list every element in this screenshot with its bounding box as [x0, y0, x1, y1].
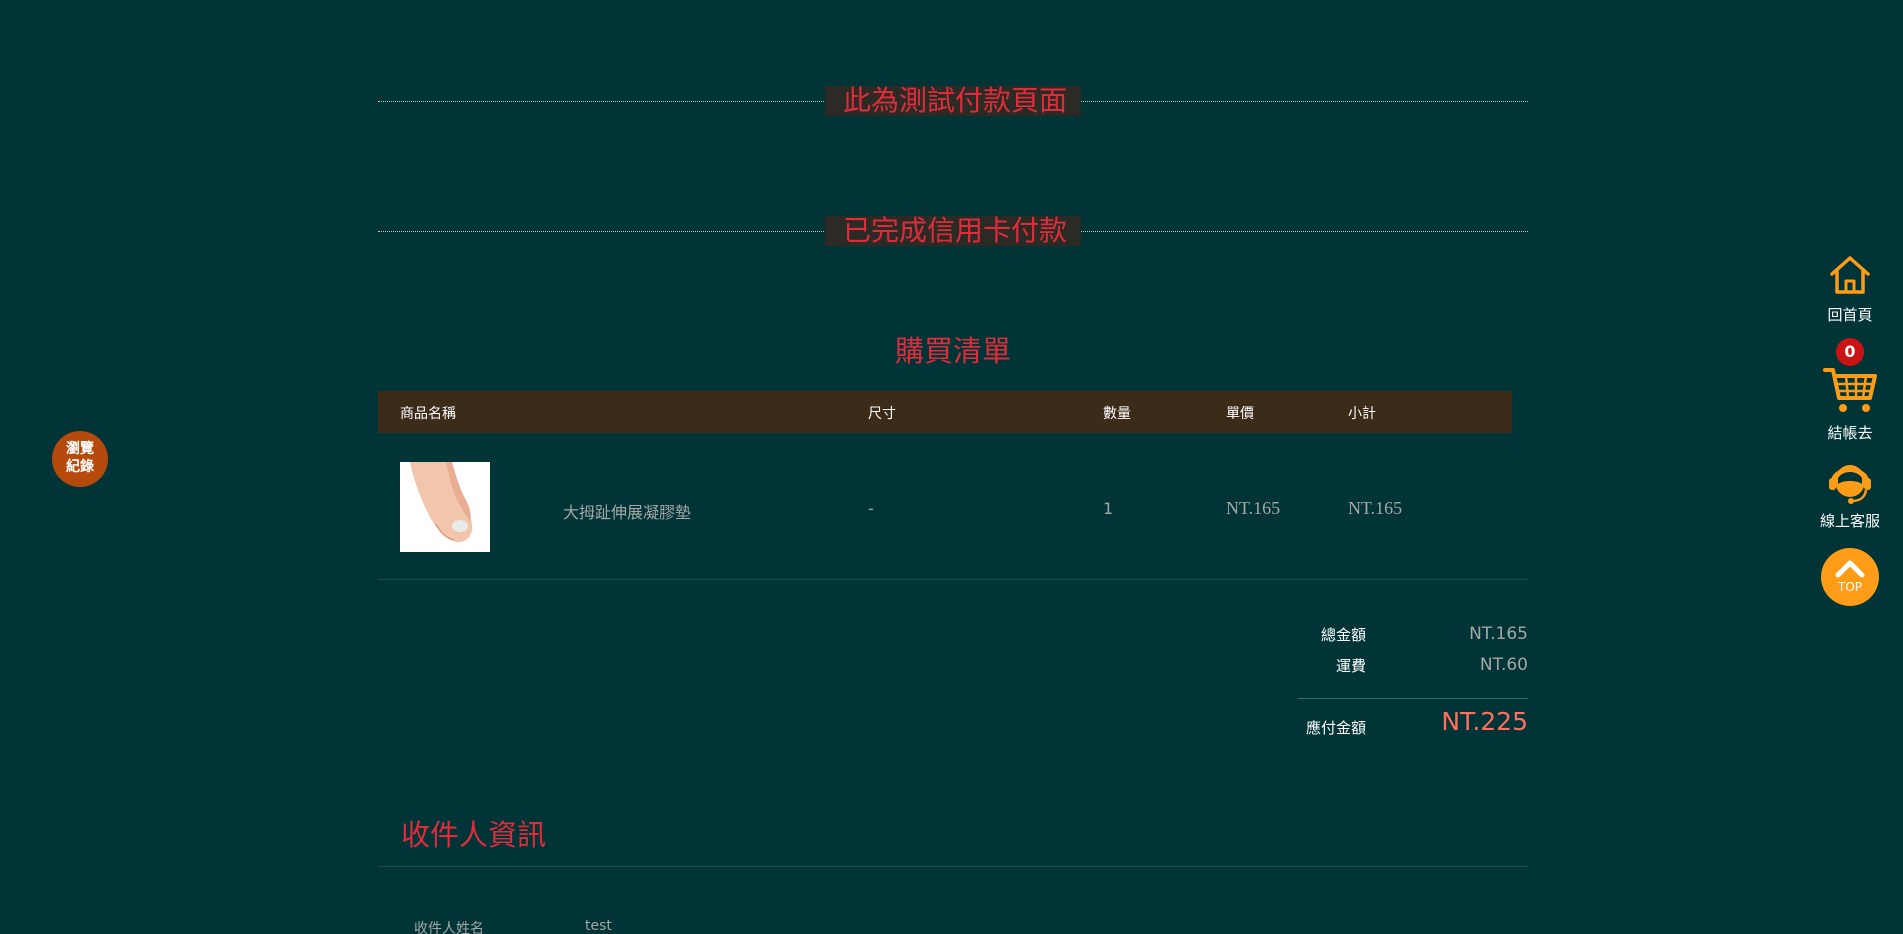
product-name[interactable]: 大拇趾伸展凝膠墊 — [563, 499, 691, 523]
column-header-price: 單價 — [1226, 406, 1254, 422]
test-page-heading: 此為測試付款頁面 — [824, 86, 1082, 116]
chevron-up-icon — [1835, 560, 1865, 578]
recipient-divider — [378, 866, 1528, 867]
order-totals: 總金額 NT.165 運費 NT.60 應付金額 NT.225 — [1298, 624, 1528, 739]
home-icon — [1830, 256, 1870, 294]
checkout-link[interactable]: 結帳去 — [1810, 364, 1890, 443]
totals-divider — [1298, 698, 1528, 699]
shipping-fee-value: NT.60 — [1479, 655, 1528, 675]
product-qty: 1 — [1103, 499, 1114, 518]
recipient-name-label: 收件人姓名 — [414, 921, 484, 934]
test-page-divider: 此為測試付款頁面 — [378, 86, 1528, 116]
table-row: 大拇趾伸展凝膠墊 - 1 NT.165 NT.165 — [378, 433, 1528, 580]
amount-due-label: 應付金額 — [1305, 719, 1366, 737]
purchase-list-title: 購買清單 — [894, 334, 1011, 368]
total-amount-label: 總金額 — [1320, 626, 1366, 644]
recipient-info-title: 收件人資訊 — [401, 818, 547, 852]
online-support-link[interactable]: 線上客服 — [1810, 456, 1890, 531]
column-header-qty: 數量 — [1103, 406, 1131, 422]
checkout-label: 結帳去 — [1827, 424, 1873, 442]
column-header-size: 尺寸 — [868, 406, 896, 422]
customer-service-icon — [1829, 465, 1871, 504]
payment-complete-divider: 已完成信用卡付款 — [378, 216, 1528, 246]
browse-history-button[interactable]: 瀏覽紀錄 — [52, 431, 108, 487]
column-header-name: 商品名稱 — [400, 406, 456, 422]
recipient-name-row: 收件人姓名 test — [414, 918, 612, 934]
amount-due-value: NT.225 — [1441, 707, 1528, 736]
shipping-fee-label: 運費 — [1335, 657, 1366, 675]
payment-complete-heading: 已完成信用卡付款 — [824, 216, 1082, 246]
shipping-fee-row: 運費 NT.60 — [1298, 655, 1528, 686]
browse-history-label: 瀏覽紀錄 — [66, 441, 94, 475]
home-label: 回首頁 — [1827, 306, 1873, 324]
total-amount-row: 總金額 NT.165 — [1298, 624, 1528, 655]
online-support-label: 線上客服 — [1819, 512, 1880, 530]
product-unit-price: NT.165 — [1226, 498, 1281, 518]
product-subtotal: NT.165 — [1348, 498, 1403, 518]
back-to-top-label: TOP — [1837, 580, 1862, 594]
product-image — [400, 462, 490, 552]
amount-due-row: 應付金額 NT.225 — [1298, 703, 1528, 739]
order-table-header: 商品名稱 尺寸 數量 單價 小計 — [378, 391, 1512, 433]
home-link[interactable]: 回首頁 — [1810, 254, 1890, 325]
column-header-subtotal: 小計 — [1348, 406, 1376, 422]
product-size: - — [868, 499, 874, 518]
page: 此為測試付款頁面 已完成信用卡付款 購買清單 商品名稱 尺寸 數量 單價 小計 … — [0, 0, 1903, 934]
cart-icon — [1823, 368, 1877, 412]
cart-count-badge: 0 — [1836, 338, 1864, 366]
recipient-name-value: test — [585, 918, 612, 934]
back-to-top-button[interactable]: TOP — [1821, 548, 1879, 606]
product-thumbnail[interactable] — [400, 462, 490, 552]
total-amount-value: NT.165 — [1469, 624, 1528, 644]
